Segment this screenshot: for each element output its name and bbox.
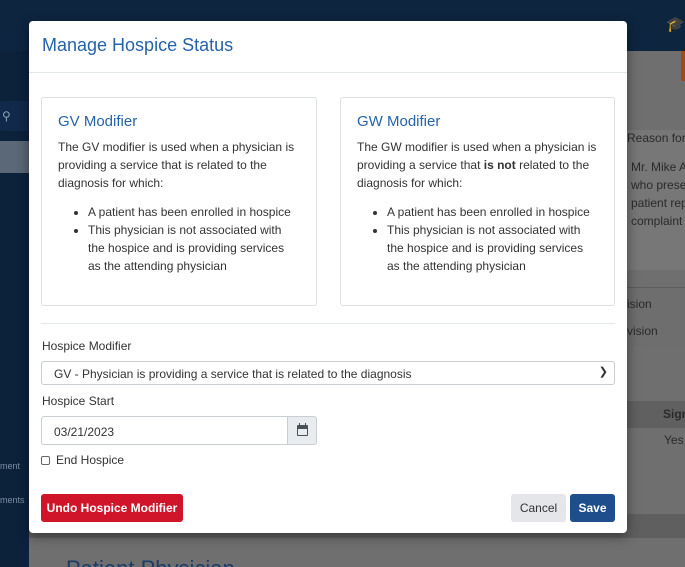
end-hospice-label[interactable]: End Hospice [56,453,124,467]
hospice-modifier-select[interactable]: GV - Physician is providing a service th… [41,361,615,385]
gw-modifier-card: GW Modifier The GW modifier is used when… [340,97,615,306]
table-cell: Yes [664,433,684,447]
description-emphasis: is not [483,158,516,172]
card-description: The GW modifier is used when a physician… [357,138,598,192]
table-cell: ision [627,297,652,311]
section-divider [41,323,615,324]
hospice-start-input[interactable]: 03/21/2023 [41,416,287,445]
chevron-down-icon: ❯ [598,366,608,378]
section-heading: Patient Physician [66,556,235,567]
undo-hospice-modifier-button[interactable]: Undo Hospice Modifier [41,494,183,522]
hospice-modifier-label: Hospice Modifier [42,339,132,353]
background-table [627,287,685,347]
end-hospice-row[interactable]: End Hospice [41,453,124,467]
card-title: GW Modifier [357,113,441,130]
reason-text: complaint [631,214,683,228]
table-header-cell: Sign [663,407,685,421]
list-item: A patient has been enrolled in hospice [88,203,300,221]
dialog-header: Manage Hospice Status [29,21,627,73]
manage-hospice-dialog: Manage Hospice Status GV Modifier The GV… [29,21,627,533]
sidebar-item-label[interactable]: ment [0,461,20,471]
cancel-button[interactable]: Cancel [511,494,566,522]
list-item: This physician is not associated with th… [387,221,598,275]
hospice-start-label: Hospice Start [42,394,115,408]
accent-button[interactable] [681,51,685,81]
reason-text: Mr. Mike A [631,160,685,174]
dialog-title: Manage Hospice Status [42,35,234,55]
calendar-button[interactable] [287,416,317,445]
sidebar: ⚲ ment ments [0,51,29,567]
reason-text: who prese [631,178,685,192]
sidebar-item-label[interactable]: ments [0,495,25,505]
selected-value: GV - Physician is providing a service th… [54,367,412,381]
card-bullet-list: A patient has been enrolled in hospice T… [387,203,598,275]
calendar-icon [297,423,308,436]
sidebar-field[interactable] [0,141,29,173]
table-cell: vision [627,324,658,338]
card-description: The GV modifier is used when a physician… [58,140,295,190]
end-hospice-checkbox[interactable] [41,455,50,465]
save-button[interactable]: Save [570,494,615,522]
sidebar-search-icon[interactable]: ⚲ [0,101,29,131]
gv-modifier-card: GV Modifier The GV modifier is used when… [41,97,317,306]
reason-heading: Reason for V [627,131,685,145]
list-item: A patient has been enrolled in hospice [387,203,598,221]
graduation-cap-icon[interactable]: 🎓 [666,15,685,33]
card-title: GV Modifier [58,113,138,130]
reason-text: patient rep [631,196,685,210]
card-bullet-list: A patient has been enrolled in hospice T… [88,203,300,275]
list-item: This physician is not associated with th… [88,221,300,275]
